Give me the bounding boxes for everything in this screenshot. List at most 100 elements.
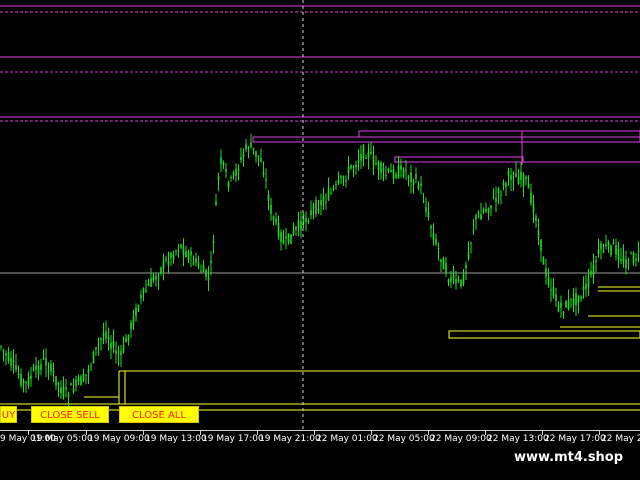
candle-body <box>185 251 187 257</box>
candle-body <box>540 239 542 251</box>
candle-body <box>135 307 137 317</box>
candle-body <box>375 163 377 165</box>
candle-body <box>240 157 242 161</box>
candle-body <box>427 211 430 218</box>
candle-body <box>442 258 445 270</box>
candle-body <box>262 172 265 175</box>
candle-body <box>585 283 587 290</box>
candle-body <box>210 261 212 264</box>
candle-body <box>482 210 485 213</box>
candle-body <box>280 232 282 243</box>
candle-body <box>132 316 135 326</box>
candle-body <box>85 374 87 376</box>
candle-body <box>37 365 40 375</box>
time-tick-label: 22 May 13:00 <box>487 434 549 444</box>
time-tick-label: 19 May 21:00 <box>259 434 321 444</box>
candle-body <box>542 257 545 265</box>
candle-body <box>167 261 170 266</box>
candle-body <box>327 189 330 200</box>
candle-body <box>160 267 162 273</box>
candle-body <box>357 159 360 163</box>
candle-body <box>260 157 262 162</box>
candle-body <box>232 171 235 175</box>
candle-body <box>335 183 337 185</box>
candle-body <box>537 229 540 238</box>
candle-body <box>62 387 65 397</box>
candle-body <box>555 294 557 301</box>
candle-body <box>565 301 567 308</box>
candle-body <box>272 216 275 221</box>
candle-body <box>557 305 560 312</box>
time-tick-label: 19 May 13:00 <box>145 434 207 444</box>
chart-background <box>0 0 640 430</box>
candle-body <box>570 298 572 300</box>
candle-body <box>345 180 347 182</box>
candle-body <box>352 167 355 169</box>
candle-body <box>75 379 77 386</box>
candle-body <box>82 373 85 382</box>
candle-body <box>122 344 125 352</box>
candle-body <box>310 209 312 216</box>
candle-body <box>265 179 267 181</box>
candle-body <box>455 278 457 284</box>
candle-body <box>112 341 115 347</box>
candle-body <box>587 278 590 287</box>
candle-body <box>630 253 632 255</box>
candle-body <box>372 155 375 166</box>
close-all-button[interactable]: CLOSE ALL <box>119 406 199 423</box>
buy-button[interactable]: UY <box>0 406 17 423</box>
candle-body <box>90 365 92 367</box>
close-sell-button[interactable]: CLOSE SELL <box>31 406 109 423</box>
time-tick-label: 19 May 05:00 <box>31 434 93 444</box>
candle-body <box>415 174 417 179</box>
candle-body <box>70 383 72 386</box>
candle-body <box>192 261 195 265</box>
candle-body <box>35 364 37 371</box>
candle-body <box>472 230 475 232</box>
time-tick-label: 19 May 17:00 <box>202 434 264 444</box>
candle-body <box>560 302 562 309</box>
candle-body <box>52 370 55 374</box>
candle-body <box>377 162 380 171</box>
candle-body <box>142 288 145 293</box>
candle-body <box>95 347 97 349</box>
candle-body <box>435 239 437 245</box>
price-chart[interactable] <box>0 0 640 430</box>
candle-body <box>110 342 112 349</box>
candle-body <box>387 168 390 172</box>
candle-body <box>610 245 612 256</box>
candle-body <box>627 263 630 265</box>
candle-body <box>445 262 447 274</box>
candle-body <box>395 174 397 178</box>
candle-body <box>532 203 535 213</box>
candle-body <box>137 305 140 311</box>
candle-body <box>32 369 35 371</box>
candle-body <box>577 295 580 303</box>
candle-body <box>407 176 410 178</box>
candle-body <box>625 259 627 268</box>
candle-body <box>152 276 155 281</box>
candle-body <box>522 175 525 186</box>
candle-body <box>432 233 435 241</box>
candle-body <box>97 343 100 345</box>
candle-body <box>172 254 175 260</box>
candle-body <box>622 256 625 262</box>
candle-body <box>77 377 80 382</box>
candle-body <box>115 350 117 355</box>
candle-body <box>0 346 2 348</box>
candle-body <box>572 297 575 306</box>
candle-body <box>365 157 367 159</box>
candle-body <box>575 293 577 306</box>
candle-body <box>402 169 405 177</box>
candle-body <box>17 373 20 376</box>
candle-body <box>447 279 450 283</box>
candle-body <box>267 194 270 201</box>
time-tick-label: 19 May 09:00 <box>88 434 150 444</box>
candle-body <box>635 259 637 261</box>
candle-body <box>382 167 385 171</box>
candle-body <box>197 262 200 267</box>
candle-body <box>305 218 307 222</box>
candle-body <box>147 283 150 286</box>
candle-body <box>292 229 295 235</box>
candle-body <box>297 220 300 228</box>
